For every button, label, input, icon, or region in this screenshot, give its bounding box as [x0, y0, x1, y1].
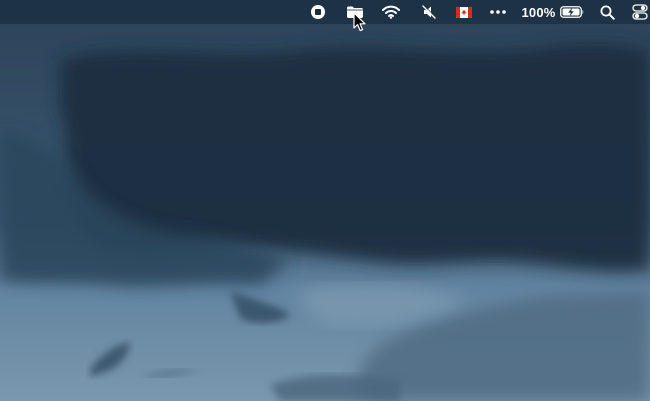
speaker-muted-icon[interactable]: [418, 0, 440, 24]
control-center-icon[interactable]: [630, 0, 650, 24]
more-ellipsis-icon[interactable]: [487, 0, 509, 24]
desktop-wallpaper: [0, 0, 650, 401]
spotlight-search-icon[interactable]: [597, 0, 617, 24]
desktop: 100%: [0, 0, 650, 401]
wifi-icon[interactable]: [380, 0, 402, 24]
battery-status[interactable]: 100%: [521, 0, 585, 24]
battery-percent-label: 100%: [521, 4, 556, 20]
battery-charging-icon: [559, 6, 585, 18]
menu-bar: 100%: [0, 0, 650, 24]
mouse-pointer-icon: [353, 12, 366, 32]
canadian-flag-input-source-icon[interactable]: [454, 0, 474, 24]
screen-recording-stop-icon[interactable]: [308, 0, 328, 24]
